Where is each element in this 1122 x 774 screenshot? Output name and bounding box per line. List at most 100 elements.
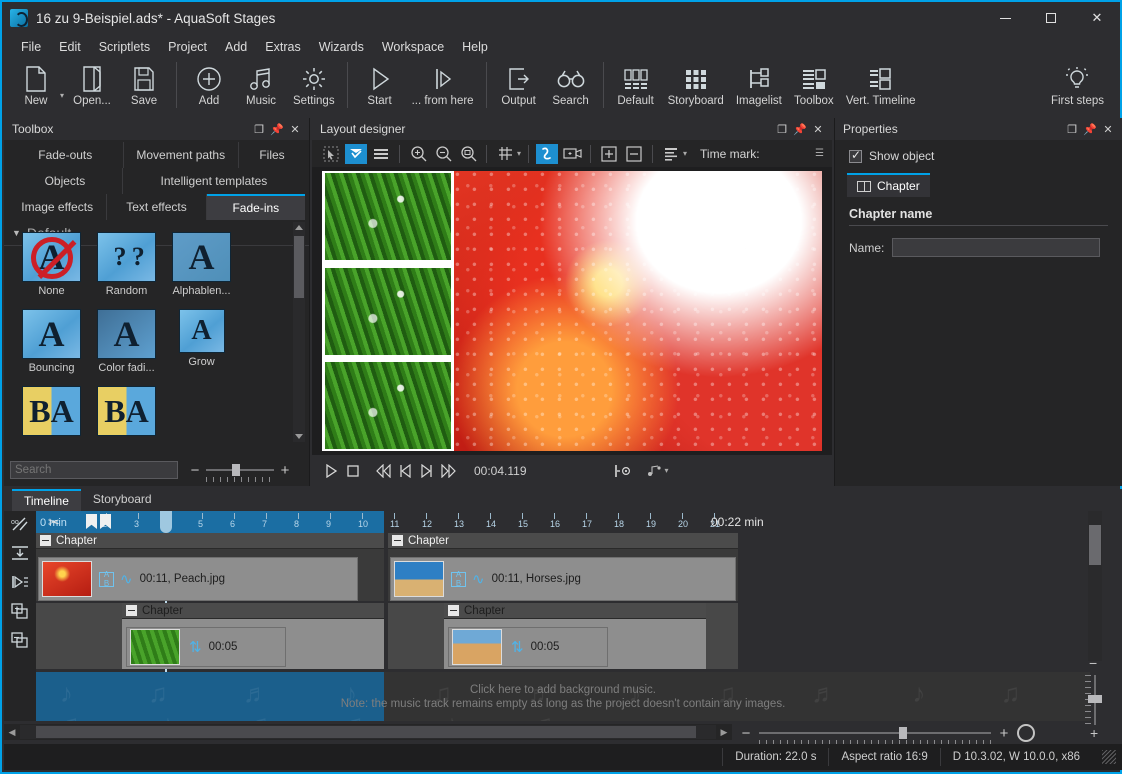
zoom-fit-icon[interactable] xyxy=(1017,724,1035,742)
pin-icon[interactable]: 📌 xyxy=(792,121,808,137)
collapse-icon[interactable] xyxy=(448,605,459,616)
toolbar-output-button[interactable]: Output xyxy=(493,60,545,107)
time-mark-dropdown-icon[interactable]: ☰ xyxy=(815,148,824,159)
tab-files[interactable]: Files xyxy=(239,142,305,168)
duplicate-icon[interactable] xyxy=(8,601,32,621)
show-object-checkbox[interactable] xyxy=(849,148,862,163)
menu-add[interactable]: Add xyxy=(216,36,256,58)
restore-icon[interactable]: ❐ xyxy=(774,121,790,137)
zoom-out-icon[interactable] xyxy=(432,144,454,164)
effect-item-alphablend[interactable]: A Alphablen... xyxy=(164,232,239,309)
camera-pan-icon[interactable] xyxy=(561,144,583,164)
toolbar-open-button[interactable]: Open... xyxy=(66,60,118,107)
close-icon[interactable]: ✕ xyxy=(287,121,303,137)
chapter-flag-icon[interactable] xyxy=(100,514,111,529)
play-icon[interactable] xyxy=(320,460,342,482)
scroll-up-icon[interactable] xyxy=(295,225,303,230)
pin-icon[interactable]: 📌 xyxy=(269,121,285,137)
toolbar-imagelist-button[interactable]: Imagelist xyxy=(730,60,788,107)
toolbar-new-button[interactable]: New xyxy=(10,60,62,107)
vzoom-knob[interactable] xyxy=(1088,695,1102,703)
tab-chapter[interactable]: Chapter xyxy=(847,173,930,197)
effect-item-bouncing[interactable]: A Bouncing xyxy=(14,309,89,386)
effect-item-color-fading[interactable]: A Color fadi... xyxy=(89,309,164,386)
zoom-fit-icon[interactable] xyxy=(457,144,479,164)
toolbar-from-here-button[interactable]: ... from here xyxy=(406,60,480,107)
tab-text-effects[interactable]: Text effects xyxy=(107,194,207,220)
collapse-icon[interactable] xyxy=(40,535,51,546)
grid-dropdown-caret-icon[interactable]: ▾ xyxy=(517,149,521,158)
toolbar-vert-timeline-button[interactable]: Vert. Timeline xyxy=(840,60,922,107)
toolbar-save-button[interactable]: Save xyxy=(118,60,170,107)
chapter-header[interactable]: Chapter xyxy=(444,603,706,619)
align-dropdown-caret-icon[interactable]: ▾ xyxy=(683,149,687,158)
timeline-zoom-out-button[interactable]: − xyxy=(739,725,753,742)
cut-scissors-icon[interactable]: ✂ xyxy=(48,514,60,531)
tab-image-effects[interactable]: Image effects xyxy=(8,194,108,220)
scroll-down-icon[interactable] xyxy=(295,434,303,439)
timeline-vertical-scrollbar[interactable] xyxy=(1088,511,1102,661)
search-input[interactable] xyxy=(10,461,178,479)
close-icon[interactable]: ✕ xyxy=(810,121,826,137)
remove-keyframe-icon[interactable] xyxy=(623,144,645,164)
close-icon[interactable]: ✕ xyxy=(1100,121,1116,137)
restore-icon[interactable]: ❐ xyxy=(251,121,267,137)
chapter-header[interactable]: Chapter xyxy=(122,603,384,619)
chapter-flag-icon[interactable] xyxy=(86,514,97,529)
menu-extras[interactable]: Extras xyxy=(256,36,309,58)
scrollbar-thumb[interactable] xyxy=(294,236,304,298)
select-marquee-icon[interactable] xyxy=(320,144,342,164)
new-dropdown-caret-icon[interactable]: ▾ xyxy=(60,91,64,100)
restore-icon[interactable]: ❐ xyxy=(1064,121,1080,137)
timeline-clip-grass[interactable]: ⇅ 00:05 xyxy=(126,627,286,667)
audio-dropdown-caret-icon[interactable]: ▾ xyxy=(665,466,669,475)
vscroll-thumb[interactable] xyxy=(1089,525,1101,565)
show-object-row[interactable]: Show object xyxy=(835,140,1122,163)
chapter-name-input[interactable] xyxy=(892,238,1101,257)
chapter-header[interactable]: Chapter xyxy=(36,533,384,549)
menu-workspace[interactable]: Workspace xyxy=(373,36,453,58)
toolbar-storyboard-button[interactable]: Storyboard xyxy=(662,60,730,107)
next-icon[interactable] xyxy=(416,460,438,482)
snap-toggle-icon[interactable]: oo xyxy=(8,514,32,534)
timeline-horizontal-scrollbar[interactable]: ◀ ▶ xyxy=(4,724,732,740)
insert-below-icon[interactable] xyxy=(8,543,32,563)
grid-snap-icon[interactable] xyxy=(494,144,516,164)
vzoom-minus-icon[interactable]: − xyxy=(1089,655,1097,671)
tab-fade-outs[interactable]: Fade-outs xyxy=(8,142,124,168)
tab-movement-paths[interactable]: Movement paths xyxy=(124,142,239,168)
menu-edit[interactable]: Edit xyxy=(50,36,90,58)
checkmark-layer-icon[interactable] xyxy=(345,143,367,164)
timeline-clip-peach[interactable]: AB ∿ 00:11, Peach.jpg xyxy=(38,557,358,601)
timeline-zoom-in-button[interactable]: + xyxy=(997,725,1011,742)
stop-icon[interactable] xyxy=(342,460,364,482)
scroll-right-icon[interactable]: ▶ xyxy=(716,724,732,740)
toolbar-settings-button[interactable]: Settings xyxy=(287,60,341,107)
toolbar-music-button[interactable]: Music xyxy=(235,60,287,107)
menu-project[interactable]: Project xyxy=(159,36,216,58)
effect-item-push-away[interactable]: BA Push away xyxy=(14,386,89,440)
align-icon[interactable] xyxy=(660,144,682,164)
pin-icon[interactable]: 📌 xyxy=(1082,121,1098,137)
playhead-handle[interactable] xyxy=(160,511,172,533)
timeline-zoom-knob[interactable] xyxy=(899,727,907,739)
tab-timeline[interactable]: Timeline xyxy=(12,489,81,511)
toolbar-add-button[interactable]: Add xyxy=(183,60,235,107)
scroll-left-icon[interactable]: ◀ xyxy=(4,724,20,740)
audio-curve-icon[interactable] xyxy=(645,460,667,482)
toolbar-first-steps-button[interactable]: First steps xyxy=(1045,60,1110,107)
minimize-button[interactable] xyxy=(982,2,1028,34)
zoom-slider[interactable] xyxy=(206,463,274,482)
timeline-clip-dune[interactable]: ⇅ 00:05 xyxy=(448,627,608,667)
resize-grip-icon[interactable] xyxy=(1102,750,1116,764)
effect-item-grow[interactable]: A Grow xyxy=(164,309,239,386)
toolbar-start-button[interactable]: Start xyxy=(354,60,406,107)
layers-stack-icon[interactable] xyxy=(370,144,392,164)
marker-eye-icon[interactable] xyxy=(613,460,635,482)
collapse-icon[interactable] xyxy=(392,535,403,546)
toolbar-toolbox-button[interactable]: Toolbox xyxy=(788,60,840,107)
add-keyframe-icon[interactable] xyxy=(598,144,620,164)
menu-help[interactable]: Help xyxy=(453,36,497,58)
insert-after-icon[interactable] xyxy=(8,572,32,592)
preview-canvas[interactable] xyxy=(312,168,832,454)
